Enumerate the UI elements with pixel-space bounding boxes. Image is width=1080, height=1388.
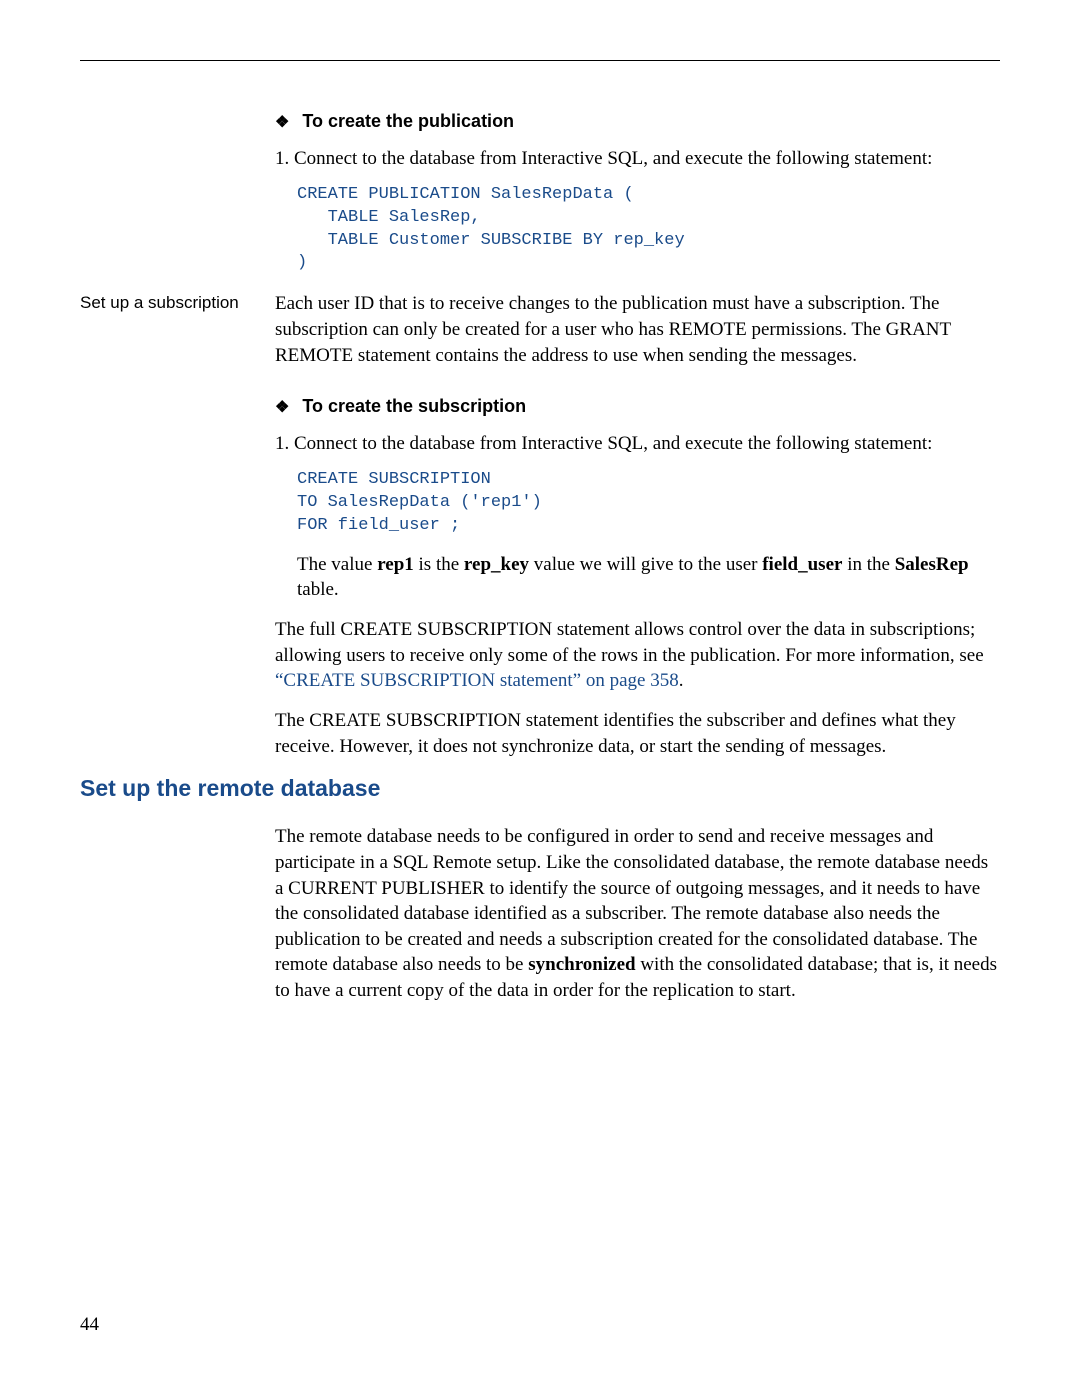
- text-fragment: is the: [414, 554, 464, 575]
- margin-label-subscription: Set up a subscription: [80, 291, 275, 382]
- header-rule: [80, 60, 1000, 61]
- heading-create-publication: ❖ To create the publication: [275, 111, 1000, 132]
- heading-create-subscription: ❖ To create the subscription: [275, 396, 1000, 417]
- bullet-icon: ❖: [275, 397, 289, 417]
- para-value-explain: The value rep1 is the rep_key value we w…: [275, 552, 1000, 603]
- text-bold: field_user: [762, 554, 842, 575]
- code-create-subscription: CREATE SUBSCRIPTION TO SalesRepData ('re…: [297, 469, 1000, 538]
- link-create-subscription-ref[interactable]: “CREATE SUBSCRIPTION statement” on page …: [275, 670, 679, 691]
- text-bold: SalesRep: [895, 554, 969, 575]
- text-fragment: in the: [842, 554, 894, 575]
- page-number: 44: [80, 1314, 99, 1336]
- heading-setup-remote-db: Set up the remote database: [80, 775, 1000, 802]
- text-fragment: The full CREATE SUBSCRIPTION statement a…: [275, 619, 984, 666]
- step-1-create-pub: 1. Connect to the database from Interact…: [275, 146, 1000, 172]
- bullet-icon: ❖: [275, 112, 289, 132]
- para-full-create-sub-1: The full CREATE SUBSCRIPTION statement a…: [275, 617, 1000, 694]
- text-fragment: .: [679, 670, 684, 691]
- heading-text: To create the subscription: [302, 396, 526, 416]
- text-bold: rep_key: [464, 554, 529, 575]
- para-full-create-sub-2: The CREATE SUBSCRIPTION statement identi…: [275, 708, 1000, 759]
- text-fragment: table.: [297, 579, 339, 600]
- text-fragment: value we will give to the user: [529, 554, 762, 575]
- code-create-publication: CREATE PUBLICATION SalesRepData ( TABLE …: [297, 184, 1000, 276]
- para-subscription-intro: Each user ID that is to receive changes …: [275, 291, 1000, 368]
- step-1-create-sub: 1. Connect to the database from Interact…: [275, 431, 1000, 457]
- text-fragment: The value: [297, 554, 377, 575]
- text-bold: rep1: [377, 554, 414, 575]
- text-bold: synchronized: [528, 954, 635, 975]
- heading-text: To create the publication: [302, 111, 514, 131]
- para-remote-db: The remote database needs to be configur…: [275, 824, 1000, 1003]
